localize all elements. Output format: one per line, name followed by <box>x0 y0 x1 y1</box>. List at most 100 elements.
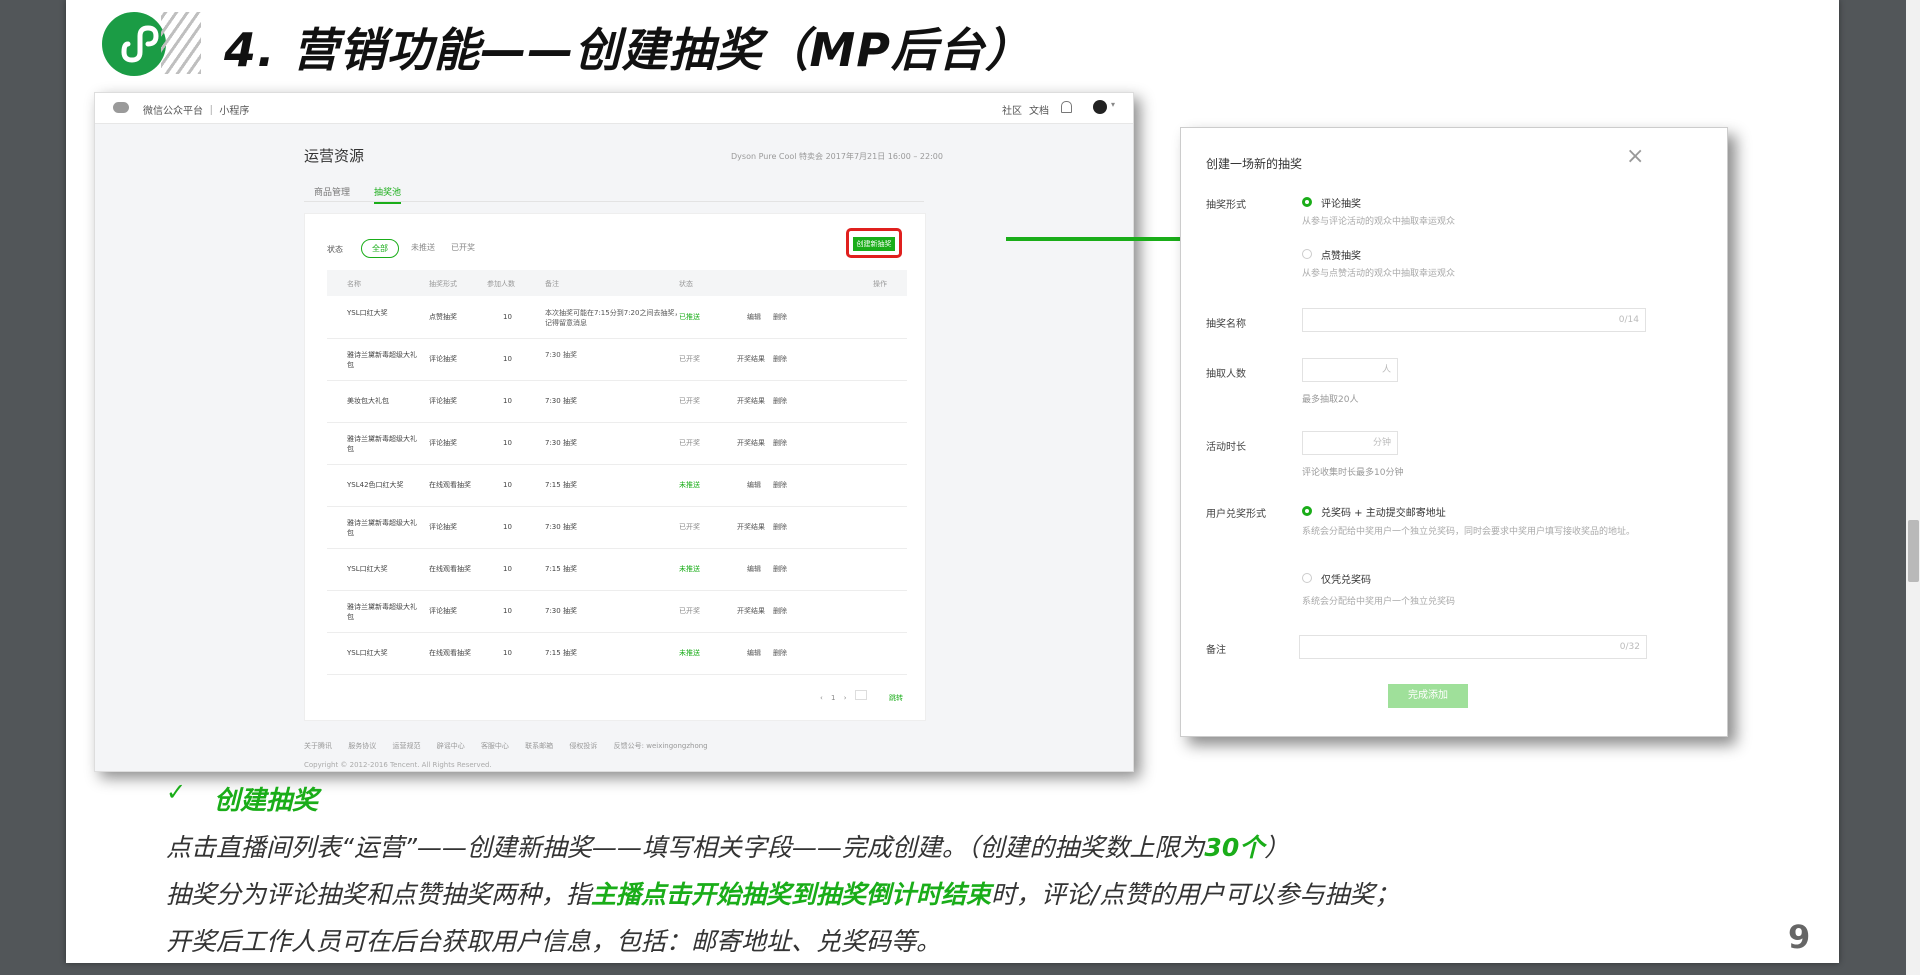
winner-count-input[interactable]: 人 <box>1302 358 1398 382</box>
table-row: 美妆包大礼包 评论抽奖 10 7:30 抽奖 已开奖 开奖结果 删除 <box>327 380 907 423</box>
table-row: YSL口红大奖 在线观看抽奖 10 7:15 抽奖 未推送 编辑 删除 <box>327 548 907 591</box>
status-badge: 已开奖 <box>679 397 700 405</box>
scrollbar[interactable] <box>1906 0 1920 975</box>
row-action-delete[interactable]: 删除 <box>773 480 787 490</box>
nav-community[interactable]: 社区 <box>1002 102 1022 117</box>
create-lottery-dialog: 创建一场新的抽奖 × 抽奖形式 评论抽奖 从参与评论活动的观众中抽取幸运观众 点… <box>1180 127 1728 737</box>
duration-label: 活动时长 <box>1206 442 1246 453</box>
lottery-name-input[interactable]: 0/14 <box>1302 308 1646 332</box>
filter-unpushed[interactable]: 未推送 <box>401 239 445 256</box>
radio-redeem-code-only[interactable] <box>1302 573 1312 583</box>
duration-input[interactable]: 分钟 <box>1302 431 1398 455</box>
status-badge: 已推送 <box>679 313 700 321</box>
status-badge: 已开奖 <box>679 355 700 363</box>
table-row: 雅诗兰黛新毒超级大礼包 评论抽奖 10 7:30 抽奖 已开奖 开奖结果 删除 <box>327 422 907 465</box>
opt-redeem-code-only[interactable]: 仅凭兑奖码 <box>1321 571 1371 586</box>
table-row: YSL口红大奖 点赞抽奖 10 本次抽奖可能在7:15分到7:20之间去抽奖，记… <box>327 296 907 339</box>
row-action-delete[interactable]: 删除 <box>773 648 787 658</box>
avatar[interactable] <box>1093 100 1107 114</box>
row-action-delete[interactable]: 删除 <box>773 354 787 364</box>
pagination: ‹ 1 › 跳转 <box>820 690 909 703</box>
radio-comment-lottery[interactable] <box>1302 197 1312 207</box>
done-add-button[interactable]: 完成添加 <box>1388 684 1468 708</box>
status-badge: 已开奖 <box>679 439 700 447</box>
row-action-delete[interactable]: 删除 <box>773 522 787 532</box>
create-lottery-button[interactable]: 创建新抽奖 <box>853 237 895 251</box>
status-badge: 未推送 <box>679 481 700 489</box>
note-input[interactable]: 0/32 <box>1299 635 1647 659</box>
row-action-delete[interactable]: 删除 <box>773 564 787 574</box>
footer-link[interactable]: 服务协议 <box>348 742 376 750</box>
row-action-delete[interactable]: 删除 <box>773 438 787 448</box>
opt-like-desc: 从参与点赞活动的观众中抽取幸运观众 <box>1302 269 1456 279</box>
row-action-primary[interactable]: 开奖结果 <box>737 354 765 364</box>
footer-link[interactable]: 辟谣中心 <box>437 742 465 750</box>
status-badge: 未推送 <box>679 649 700 657</box>
lottery-name-label: 抽奖名称 <box>1206 319 1246 330</box>
row-action-primary[interactable]: 开奖结果 <box>737 606 765 616</box>
col-type: 抽奖形式 <box>429 280 457 288</box>
wechat-icon <box>113 102 129 113</box>
status-badge: 未推送 <box>679 565 700 573</box>
nav-docs[interactable]: 文档 <box>1029 102 1049 117</box>
row-action-primary[interactable]: 开奖结果 <box>737 438 765 448</box>
desc-line-1: 点击直播间列表“运营”——创建新抽奖——填写相关字段——完成创建。（创建的抽奖数… <box>166 833 1290 862</box>
filter-all[interactable]: 全部 <box>361 239 399 258</box>
event-meta: Dyson Pure Cool 特卖会 2017年7月21日 16:00 – 2… <box>731 152 943 161</box>
pager-input[interactable] <box>854 690 867 700</box>
lottery-type-label: 抽奖形式 <box>1206 200 1246 211</box>
footer-link[interactable]: 运营规范 <box>392 742 420 750</box>
opt-like-lottery[interactable]: 点赞抽奖 <box>1321 247 1361 262</box>
pager-prev[interactable]: ‹ <box>820 694 823 702</box>
create-button-highlight: 创建新抽奖 <box>846 228 902 258</box>
status-filter-label: 状态 <box>327 245 343 254</box>
scroll-thumb[interactable] <box>1908 520 1919 582</box>
page-number: 9 <box>1788 918 1811 956</box>
radio-redeem-code-address[interactable] <box>1302 506 1312 516</box>
tab-product-management[interactable]: 商品管理 <box>314 185 350 198</box>
row-action-delete[interactable]: 删除 <box>773 396 787 406</box>
opt-comment-desc: 从参与评论活动的观众中抽取幸运观众 <box>1302 217 1456 227</box>
miniprogram-logo-icon <box>102 12 166 76</box>
row-action-primary[interactable]: 编辑 <box>747 480 761 490</box>
filter-drawn[interactable]: 已开奖 <box>441 239 485 256</box>
lottery-list-card: 状态 全部 未推送 已开奖 创建新抽奖 名称 抽奖形式 参加人数 备注 状态 操… <box>304 213 926 721</box>
slide-title: 4. 营销功能——创建抽奖（MP后台） <box>224 23 1032 77</box>
opt-redeem-code-address[interactable]: 兑奖码 + 主动提交邮寄地址 <box>1321 504 1446 519</box>
col-status: 状态 <box>679 280 693 288</box>
table-row: YSL口红大奖 在线观看抽奖 10 7:15 抽奖 未推送 编辑 删除 <box>327 632 907 675</box>
winner-count-hint: 最多抽取20人 <box>1302 395 1359 405</box>
chevron-down-icon[interactable]: ▾ <box>1111 100 1115 109</box>
footer-link[interactable]: 客服中心 <box>481 742 509 750</box>
pager-next[interactable]: › <box>844 694 847 702</box>
close-icon[interactable]: × <box>1626 146 1644 168</box>
row-action-primary[interactable]: 编辑 <box>747 312 761 322</box>
decorative-stripes <box>161 12 201 74</box>
row-action-delete[interactable]: 删除 <box>773 312 787 322</box>
col-name: 名称 <box>347 280 361 288</box>
footer-link[interactable]: 反馈公号: weixingongzhong <box>614 742 708 750</box>
pager-jump[interactable]: 跳转 <box>889 693 903 703</box>
footer-link[interactable]: 侵权投诉 <box>569 742 597 750</box>
footer-link[interactable]: 联系邮箱 <box>525 742 553 750</box>
opt-redeem-code-only-desc: 系统会分配给中奖用户一个独立兑奖码 <box>1302 597 1456 607</box>
row-action-delete[interactable]: 删除 <box>773 606 787 616</box>
radio-like-lottery[interactable] <box>1302 249 1312 259</box>
row-action-primary[interactable]: 编辑 <box>747 648 761 658</box>
bell-icon[interactable] <box>1061 101 1072 113</box>
row-action-primary[interactable]: 编辑 <box>747 564 761 574</box>
pager-current[interactable]: 1 <box>831 694 835 702</box>
opt-redeem-code-address-desc: 系统会分配给中奖用户一个独立兑奖码，同时会要求中奖用户填写接收奖品的地址。 <box>1302 527 1636 537</box>
desc-line-3: 开奖后工作人员可在后台获取用户信息，包括：邮寄地址、兑奖码等。 <box>166 927 942 956</box>
status-badge: 已开奖 <box>679 607 700 615</box>
col-note: 备注 <box>545 280 559 288</box>
footer-link[interactable]: 关于腾讯 <box>304 742 332 750</box>
opt-comment-lottery[interactable]: 评论抽奖 <box>1321 195 1361 210</box>
table-row: 雅诗兰黛新毒超级大礼包 评论抽奖 10 7:30 抽奖 已开奖 开奖结果 删除 <box>327 590 907 633</box>
col-actions: 操作 <box>873 280 887 288</box>
desc-line-2: 抽奖分为评论抽奖和点赞抽奖两种，指主播点击开始抽奖到抽奖倒计时结束时，评论/点赞… <box>166 880 1400 909</box>
winner-count-label: 抽取人数 <box>1206 369 1246 380</box>
row-action-primary[interactable]: 开奖结果 <box>737 522 765 532</box>
tab-lottery-pool[interactable]: 抽奖池 <box>374 185 402 204</box>
row-action-primary[interactable]: 开奖结果 <box>737 396 765 406</box>
